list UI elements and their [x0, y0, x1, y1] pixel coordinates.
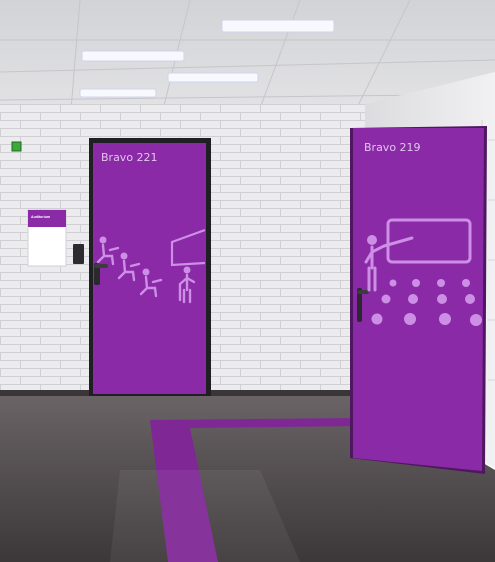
- photo-scene: Auditorium Bravo 221 Bravo 219: [0, 0, 495, 562]
- door-right-label: Bravo 219: [364, 141, 421, 154]
- door-left-label: Bravo 221: [101, 151, 158, 164]
- ceiling-light-icon: [81, 50, 185, 62]
- card-reader-icon: [73, 244, 84, 264]
- ceiling-light-icon: [167, 72, 259, 83]
- ceiling-light-icon: [221, 19, 335, 33]
- ceiling-light-icon: [79, 88, 157, 98]
- door-right[interactable]: Bravo 219: [350, 126, 487, 474]
- exit-sign-icon: [11, 141, 22, 152]
- door-left[interactable]: Bravo 221: [89, 138, 211, 396]
- wall-sign: Auditorium: [27, 209, 67, 267]
- wall-sign-label: Auditorium: [31, 215, 50, 219]
